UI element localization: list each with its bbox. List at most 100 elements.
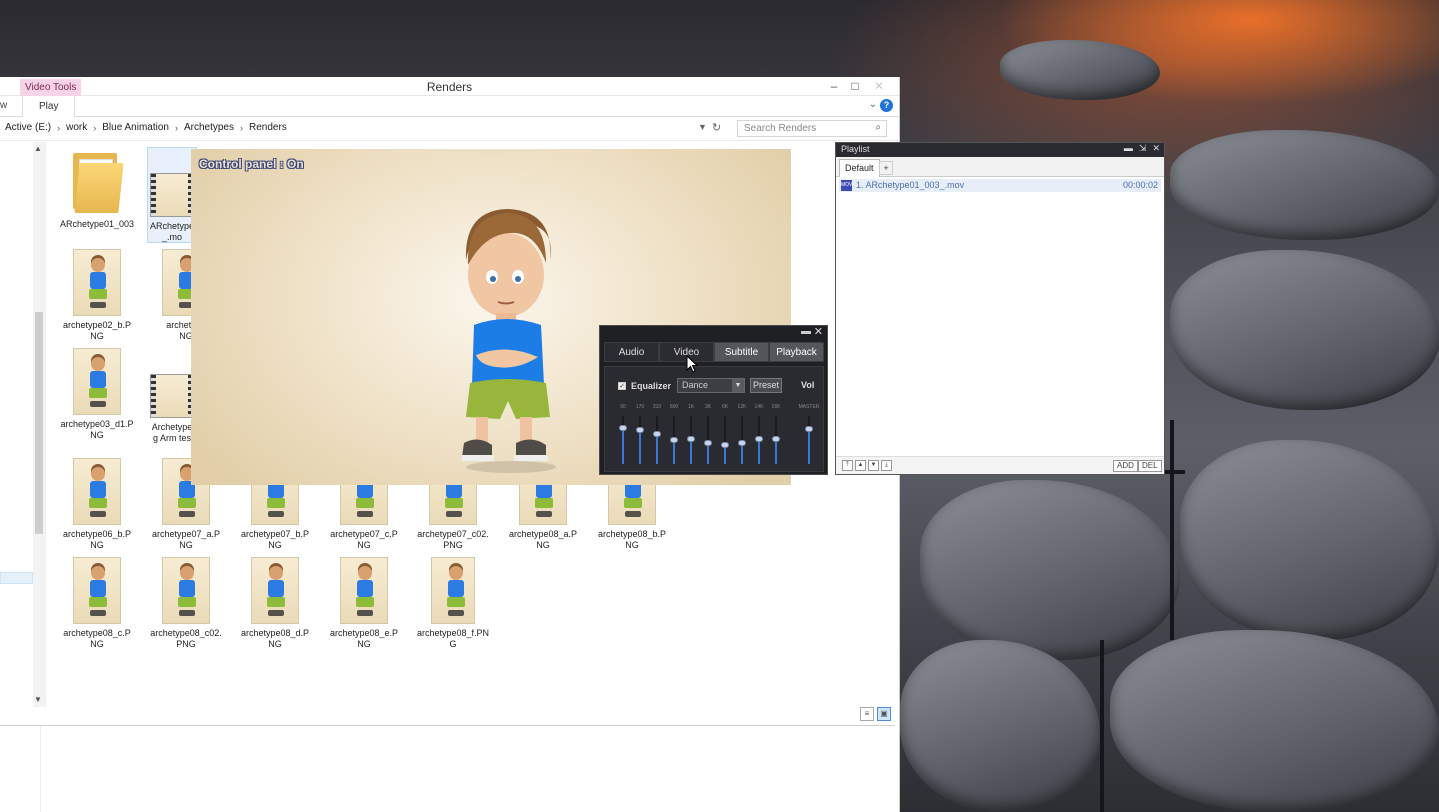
equalizer-panel: ✓ Equalizer Dance ▼ Preset Vol 60 170 310 6… [604, 366, 824, 472]
preset-dropdown[interactable]: Dance ▼ [677, 378, 745, 393]
view-toggle: ≡ ▣ [860, 707, 891, 721]
tab-playback[interactable]: Playback [769, 342, 824, 362]
move-up-icon[interactable]: ▲ [855, 460, 866, 471]
eq-band-310-slider[interactable] [653, 416, 661, 464]
tab-subtitle[interactable]: Subtitle [714, 342, 769, 362]
chevron-down-icon[interactable]: ▼ [698, 122, 707, 132]
refresh-icon[interactable]: ↻ [712, 121, 721, 134]
playlist-titlebar[interactable]: Playlist ▬ ⇲ ✕ [836, 143, 1164, 157]
tab-view[interactable]: w [0, 100, 7, 111]
chevron-down-icon[interactable]: ⌄ [869, 99, 877, 110]
details-view-icon[interactable]: ≡ [860, 707, 874, 721]
delete-button[interactable]: DEL [1138, 460, 1162, 472]
tab-default[interactable]: Default [839, 159, 880, 177]
breadcrumb-work[interactable]: work [66, 122, 87, 133]
file-item-image[interactable]: archetype08_c.P NG [59, 557, 135, 650]
search-input[interactable]: Search Renders ⌕ [737, 120, 887, 137]
eq-band-6k-knob[interactable] [721, 442, 729, 448]
folder-icon [71, 149, 124, 215]
chevron-down-icon: ▼ [732, 379, 744, 392]
file-item-image[interactable]: archetype08_c02. PNG [148, 557, 224, 650]
close-icon[interactable]: ✕ [814, 325, 823, 338]
file-label: archetype08_f.PN G [416, 628, 490, 649]
breadcrumb-archetypes[interactable]: Archetypes [184, 122, 234, 133]
eq-band-310-label: 310 [652, 404, 662, 410]
minimize-icon[interactable]: ▬ [1124, 143, 1133, 154]
details-pane [0, 725, 895, 812]
file-label: archetype08_d.P NG [240, 628, 310, 649]
media-file-icon: MOV [841, 180, 852, 191]
restore-icon[interactable]: ⇲ [1139, 143, 1147, 154]
eq-band-3k-slider[interactable] [704, 416, 712, 464]
move-top-icon[interactable]: ⤒ [842, 460, 853, 471]
chevron-up-icon[interactable]: ▲ [34, 144, 42, 153]
eq-band-170-knob[interactable] [636, 427, 644, 433]
file-item-image[interactable]: archetype08_d.P NG [237, 557, 313, 650]
eq-band-14k-slider[interactable] [755, 416, 763, 464]
preset-button[interactable]: Preset [750, 378, 782, 393]
eq-band-14k-knob[interactable] [755, 436, 763, 442]
file-item-folder[interactable]: ARchetype01_003 [59, 149, 135, 230]
large-icons-view-icon[interactable]: ▣ [877, 707, 891, 721]
eq-band-16k-slider[interactable] [772, 416, 780, 464]
add-tab-button[interactable]: + [879, 161, 893, 175]
eq-band-310-knob[interactable] [653, 431, 661, 437]
minimize-icon[interactable]: ▬ [801, 326, 811, 337]
file-item-image[interactable]: archetype03_d1.P NG [59, 348, 135, 441]
close-button[interactable]: ✕ [868, 77, 890, 96]
eq-band-6k-slider[interactable] [721, 416, 729, 464]
image-thumbnail [431, 557, 475, 624]
eq-band-12k-knob[interactable] [738, 440, 746, 446]
scroll-thumb[interactable] [35, 312, 43, 534]
eq-band-1k-slider[interactable] [687, 416, 695, 464]
ribbon: w Play ⌄ ? [0, 96, 899, 117]
image-thumbnail [251, 557, 299, 624]
help-icon[interactable]: ? [880, 99, 893, 112]
control-panel-titlebar[interactable]: ▬ ✕ [600, 326, 827, 340]
breadcrumb-drive[interactable]: Active (E:) [5, 122, 51, 133]
file-item-image[interactable]: archetype06_b.P NG [59, 458, 135, 551]
minimize-button[interactable]: – [823, 77, 845, 96]
breadcrumb-renders[interactable]: Renders [249, 122, 287, 133]
osd-message: Control panel : On [199, 157, 304, 171]
eq-band-60-knob[interactable] [619, 425, 627, 431]
tab-play[interactable]: Play [22, 96, 76, 117]
eq-band-600-slider[interactable] [670, 416, 678, 464]
image-thumbnail [73, 458, 121, 525]
add-button[interactable]: ADD [1113, 460, 1138, 472]
mouse-cursor-icon [686, 354, 699, 376]
file-item-image[interactable]: archetype08_e.P NG [326, 557, 402, 650]
chevron-down-icon[interactable]: ▼ [34, 695, 42, 704]
file-label: archetype07_a.P NG [151, 529, 221, 550]
nav-scrollbar[interactable]: ▲ ▼ [33, 142, 45, 707]
file-item-image[interactable]: archetype02_b.P NG [59, 249, 135, 342]
file-label: archetype08_b.P NG [597, 529, 667, 550]
eq-band-60-slider[interactable] [619, 416, 627, 464]
eq-band-3k-knob[interactable] [704, 440, 712, 446]
close-icon[interactable]: ✕ [1152, 143, 1160, 154]
tab-audio[interactable]: Audio [604, 342, 659, 362]
eq-band-12k-slider[interactable] [738, 416, 746, 464]
eq-band-170-slider[interactable] [636, 416, 644, 464]
equalizer-checkbox[interactable]: ✓ [618, 382, 626, 390]
volume-label: Vol [801, 380, 815, 390]
move-bottom-icon[interactable]: ⤓ [881, 460, 892, 471]
nav-selected-item[interactable] [0, 572, 33, 584]
eq-master-slider[interactable] [805, 416, 813, 464]
breadcrumb-blue-animation[interactable]: Blue Animation [102, 122, 169, 133]
chevron-right-icon: › [93, 122, 97, 133]
control-panel: ▬ ✕ Audio Video Subtitle Playback ✓ Equa… [599, 325, 828, 475]
playlist-item[interactable]: MOV 1. ARchetype01_003_.mov 00:00:02 [839, 179, 1161, 192]
eq-band-16k-knob[interactable] [772, 436, 780, 442]
eq-band-14k-label: 14K [754, 404, 764, 410]
eq-band-1k-knob[interactable] [687, 436, 695, 442]
eq-band-600-knob[interactable] [670, 437, 678, 443]
move-down-icon[interactable]: ▼ [868, 460, 879, 471]
eq-master-knob[interactable] [805, 426, 813, 432]
maximize-button[interactable]: □ [844, 77, 866, 96]
file-label: archetype02_b.P NG [62, 320, 132, 341]
address-bar[interactable]: Active (E:) › work › Blue Animation › Ar… [0, 117, 899, 141]
file-item-image[interactable]: archetype08_f.PN G [415, 557, 491, 650]
eq-band-3k-label: 3K [704, 404, 712, 410]
eq-band-60-label: 60 [620, 404, 626, 410]
